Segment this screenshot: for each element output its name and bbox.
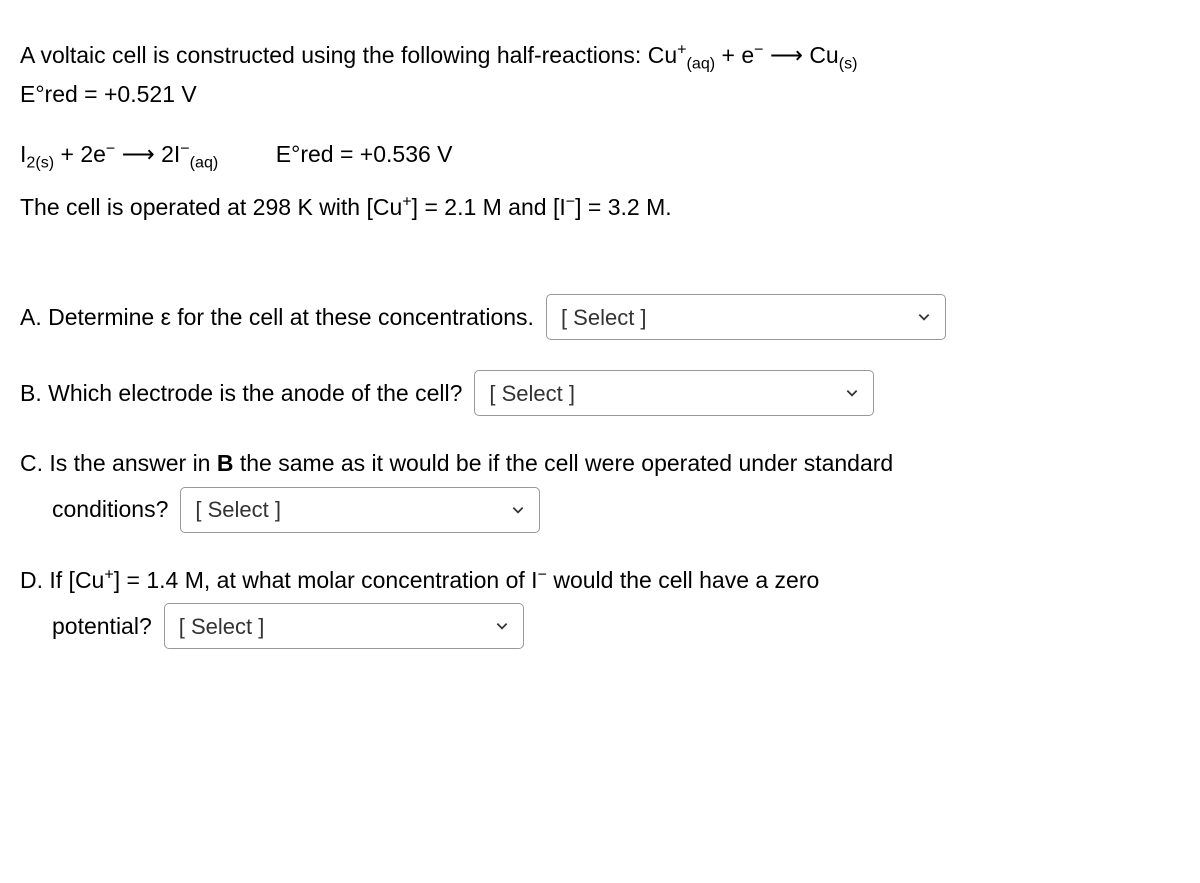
question-b: B. Which electrode is the anode of the c…: [20, 370, 1180, 416]
chevron-down-icon: [495, 619, 509, 633]
cond-text-2: ] = 2.1 M and [I: [412, 194, 566, 220]
question-d-line2: potential? [ Select ]: [20, 603, 1180, 649]
intro-sub-1: (aq): [687, 55, 716, 73]
chevron-down-icon: [845, 386, 859, 400]
reaction-2: I2(s) + 2e− ⟶ 2I−(aq) E°red = +0.536 V: [20, 137, 1180, 172]
r2-sub-1: 2(s): [26, 154, 54, 172]
qd-select-label: [ Select ]: [179, 610, 265, 643]
qd-sup-2: −: [538, 565, 547, 583]
question-c-line2: conditions? [ Select ]: [20, 487, 1180, 533]
qa-select-label: [ Select ]: [561, 301, 647, 334]
qc-bold: B: [217, 450, 234, 476]
intro-text-1: A voltaic cell is constructed using the …: [20, 42, 677, 68]
question-a: A. Determine ε for the cell at these con…: [20, 294, 1180, 340]
chevron-down-icon: [917, 310, 931, 324]
intro-sup-1: +: [677, 40, 686, 58]
cond-text-1: The cell is operated at 298 K with [Cu: [20, 194, 402, 220]
qc-text-1b: the same as it would be if the cell were…: [233, 450, 893, 476]
intro-text-2: + e: [715, 42, 754, 68]
r2-arrow: ⟶ 2I: [115, 141, 180, 167]
cond-sup-1: +: [402, 192, 411, 210]
qd-select[interactable]: [ Select ]: [164, 603, 524, 649]
qd-text-1: D. If [Cu: [20, 567, 104, 593]
qb-text: B. Which electrode is the anode of the c…: [20, 376, 462, 411]
conditions: The cell is operated at 298 K with [Cu+]…: [20, 190, 1180, 225]
qa-select[interactable]: [ Select ]: [546, 294, 946, 340]
r2-sup-2: −: [180, 139, 189, 157]
r2-ered: E°red = +0.536 V: [276, 141, 453, 167]
qd-line2-text: potential?: [52, 609, 152, 644]
r2-text-2: + 2e: [54, 141, 106, 167]
problem-intro: A voltaic cell is constructed using the …: [20, 38, 1180, 73]
intro-sup-2: −: [754, 40, 763, 58]
qd-text-3: would the cell have a zero: [547, 567, 819, 593]
qc-text-1: C. Is the answer in: [20, 450, 217, 476]
ered-1-text: E°red = +0.521 V: [20, 81, 197, 107]
qd-sup-1: +: [104, 565, 113, 583]
cond-sup-2: −: [566, 192, 575, 210]
qd-text-2: ] = 1.4 M, at what molar concentration o…: [114, 567, 538, 593]
question-c-line1: C. Is the answer in B the same as it wou…: [20, 446, 1180, 481]
qb-select-label: [ Select ]: [489, 377, 575, 410]
cond-text-3: ] = 3.2 M.: [575, 194, 672, 220]
qc-text-2: conditions?: [52, 492, 168, 527]
qa-text: A. Determine ε for the cell at these con…: [20, 300, 534, 335]
intro-sub-2: (s): [839, 55, 858, 73]
r2-sup-1: −: [106, 139, 115, 157]
qc-select[interactable]: [ Select ]: [180, 487, 540, 533]
ered-1: E°red = +0.521 V: [20, 77, 1180, 112]
r2-spacer: [218, 141, 276, 167]
qb-select[interactable]: [ Select ]: [474, 370, 874, 416]
intro-arrow: ⟶ Cu: [764, 42, 839, 68]
chevron-down-icon: [511, 503, 525, 517]
r2-sub-2: (aq): [190, 154, 219, 172]
qc-select-label: [ Select ]: [195, 493, 281, 526]
question-d-line1: D. If [Cu+] = 1.4 M, at what molar conce…: [20, 563, 1180, 598]
